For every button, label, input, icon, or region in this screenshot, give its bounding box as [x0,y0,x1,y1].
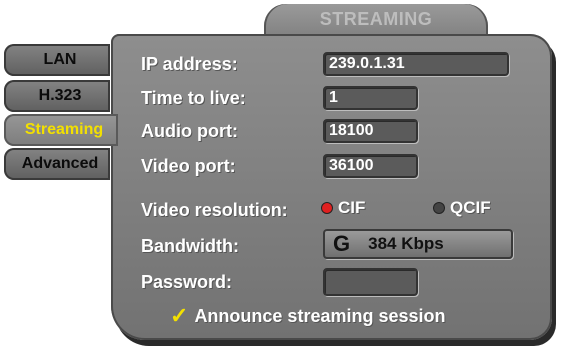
tab-label: H.323 [38,87,82,104]
radio-unselected-icon [434,203,444,213]
ip-address-label: IP address: [141,54,238,74]
tab-label: LAN [43,51,77,68]
ip-address-field[interactable]: 239.0.1.31 [323,52,509,76]
radio-cif[interactable]: CIF [322,198,365,218]
audio-port-field[interactable]: 18100 [323,119,418,143]
video-port-label: Video port: [141,156,236,176]
bandwidth-button[interactable]: G 384 Kbps [323,229,513,259]
radio-qcif[interactable]: QCIF [434,198,491,218]
checkmark-icon: ✓ [170,303,189,328]
time-to-live-field[interactable]: 1 [323,86,418,110]
announce-label: Announce streaming session [194,305,446,326]
video-resolution-label: Video resolution: [141,200,288,220]
radio-cif-label: CIF [338,198,366,217]
page-title: STREAMING [319,9,433,29]
tab-h323[interactable]: H.323 [4,80,110,112]
password-field[interactable] [323,268,418,296]
tab-lan[interactable]: LAN [4,44,110,76]
swirl-icon: G [333,231,351,256]
tab-advanced[interactable]: Advanced [4,148,110,180]
tab-label: Advanced [21,155,99,172]
password-label: Password: [141,272,233,292]
time-to-live-label: Time to live: [141,88,246,108]
announce-checkbox[interactable]: ✓ Announce streaming session [170,303,446,329]
video-port-field[interactable]: 36100 [323,154,418,178]
radio-qcif-label: QCIF [450,198,491,217]
tab-label: Streaming [24,121,104,138]
bandwidth-value: 384 Kbps [368,234,444,253]
tab-streaming[interactable]: Streaming [4,114,118,146]
audio-port-label: Audio port: [141,121,238,141]
bandwidth-label: Bandwidth: [141,236,239,256]
radio-selected-icon [322,203,332,213]
